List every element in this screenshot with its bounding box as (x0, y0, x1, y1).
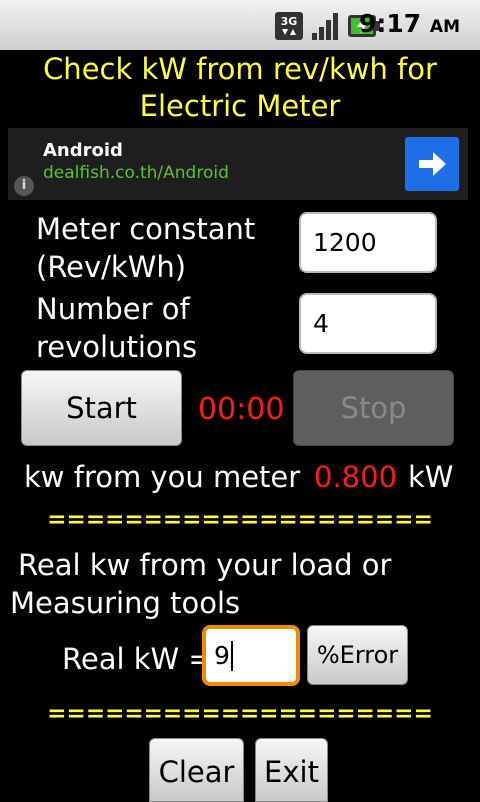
revolutions-value: 4 (313, 309, 329, 338)
stop-button[interactable]: Stop (293, 370, 454, 446)
app-title: Check kW from rev/kwh for Electric Meter (0, 51, 480, 125)
revolutions-label: Number of revolutions (36, 290, 197, 366)
status-bar: 3G 9:17 AM (0, 0, 480, 50)
clear-button[interactable]: Clear (149, 738, 244, 802)
real-kw-description-line-2: Measuring tools (10, 586, 241, 620)
ad-url: dealfish.co.th/Android (43, 163, 229, 183)
percent-error-button[interactable]: %Error (307, 625, 408, 685)
revolutions-label-line-1: Number of (36, 292, 190, 326)
timer-display: 00:00 (198, 392, 285, 427)
start-button[interactable]: Start (21, 370, 182, 446)
revolutions-label-line-2: revolutions (36, 330, 198, 364)
network-type-text: 3G (281, 15, 298, 28)
separator-bottom: ==================== (47, 701, 433, 727)
ad-info-icon[interactable]: i (14, 176, 34, 196)
title-line-1: Check kW from rev/kwh for (43, 52, 437, 86)
clock: 9:17 AM (359, 9, 460, 38)
real-kw-description: Real kw from your load or Measuring tool… (10, 546, 391, 622)
real-kw-value: 9 (214, 641, 230, 670)
title-line-2: Electric Meter (139, 89, 341, 123)
exit-button[interactable]: Exit (255, 738, 328, 802)
result-label: kw from you meter (24, 460, 301, 494)
ad-banner[interactable]: Android dealfish.co.th/Android i (8, 128, 468, 200)
signal-strength-icon (310, 11, 342, 45)
real-kw-field-label: Real kW = (62, 642, 213, 676)
meter-constant-label-line-1: Meter constant (36, 212, 256, 246)
result-value: 0.800 (314, 460, 398, 494)
real-kw-description-line-1: Real kw from your load or (18, 548, 392, 582)
clock-ampm: AM (429, 17, 460, 37)
network-3g-icon: 3G (274, 11, 304, 45)
text-caret (230, 640, 233, 671)
arrow-right-icon (419, 152, 446, 176)
meter-constant-label: Meter constant (Rev/kWh) (36, 210, 255, 286)
meter-constant-label-line-2: (Rev/kWh) (36, 250, 187, 284)
ad-arrow-button[interactable] (405, 137, 459, 191)
meter-constant-value: 1200 (313, 228, 377, 257)
separator-top: ==================== (47, 507, 433, 533)
real-kw-input[interactable]: 9 (202, 625, 300, 686)
revolutions-input[interactable]: 4 (299, 293, 437, 354)
ad-title: Android (43, 140, 123, 161)
result-unit: kW (408, 460, 454, 494)
clock-time: 9:17 (359, 9, 422, 38)
meter-constant-input[interactable]: 1200 (299, 212, 437, 273)
